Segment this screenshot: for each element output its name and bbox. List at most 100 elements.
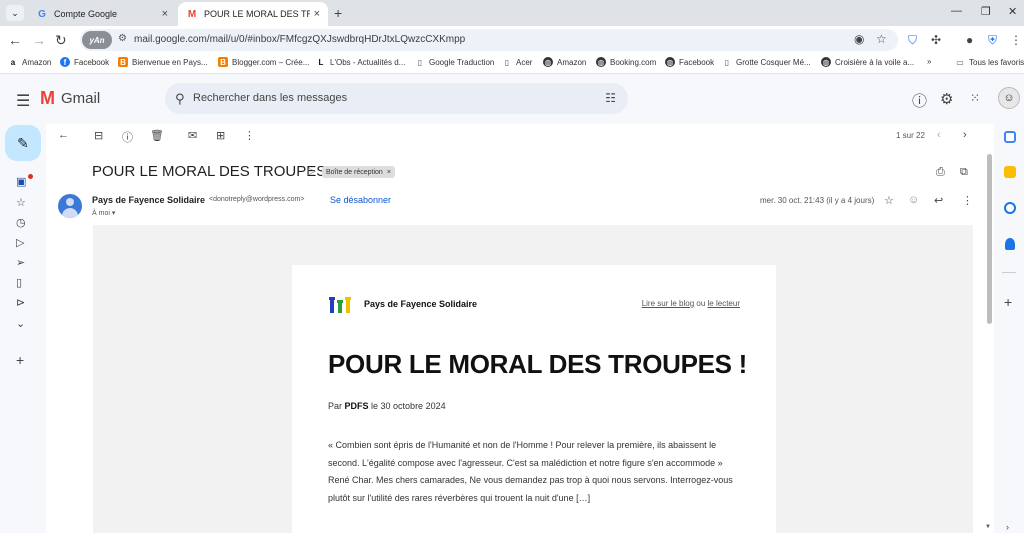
search-bar[interactable]: ⚲ Rechercher dans les messages ☷ [165, 83, 628, 114]
importance-marker-icon[interactable]: ▷ [308, 166, 316, 177]
email-body: Pays de Fayence Solidaire Lire sur le bl… [93, 225, 973, 533]
bookmark-item[interactable]: ▯ Google Traduction [415, 57, 495, 67]
newer-chevron-icon[interactable]: ‹ [937, 129, 941, 141]
search-icon[interactable]: ⚲ [175, 91, 185, 107]
more-vert-icon[interactable]: ⋮ [1010, 33, 1022, 47]
profile-icon[interactable]: ● [966, 33, 973, 47]
open-new-window-icon[interactable]: ⧉ [960, 166, 968, 179]
bookmark-item[interactable]: ▯ Grotte Cosquer Mé... [722, 57, 811, 67]
sender-name[interactable]: Pays de Fayence Solidaire [92, 195, 205, 205]
back-to-inbox-icon[interactable]: ← [58, 129, 69, 141]
restore-icon[interactable]: ❐ [981, 5, 991, 18]
starred-icon[interactable]: ☆ [16, 196, 26, 209]
site-info-icon[interactable]: ⚙ [118, 33, 127, 44]
author-name: PDFS [344, 401, 369, 411]
more-vert-icon[interactable]: ⋮ [962, 194, 973, 207]
document-icon: ▯ [504, 57, 510, 67]
compose-button[interactable]: ✎ [5, 125, 41, 161]
sender-avatar[interactable] [58, 194, 82, 218]
reload-icon[interactable]: ↻ [55, 33, 67, 47]
tasks-icon[interactable] [1004, 202, 1016, 214]
important-icon[interactable]: ▷ [16, 236, 24, 249]
star-icon[interactable]: ☆ [884, 194, 894, 207]
label-chip[interactable]: Boîte de réception × [322, 166, 395, 178]
get-addons-icon[interactable]: + [1004, 294, 1012, 310]
post-excerpt: « Combien sont épris de l'Humanité et no… [328, 440, 733, 503]
close-icon[interactable]: × [314, 8, 320, 20]
recipient-dropdown[interactable]: À moi ▾ [92, 209, 115, 217]
back-arrow-icon[interactable]: ← [8, 33, 22, 47]
contacts-icon[interactable] [1005, 238, 1015, 250]
bookmark-item[interactable]: ◍ Amazon [543, 57, 586, 67]
more-vert-icon[interactable]: ⋮ [244, 129, 255, 142]
print-icon[interactable]: ⎙ [936, 166, 945, 179]
scroll-thumb[interactable] [987, 154, 992, 324]
blogger-icon: B [218, 57, 228, 67]
apps-grid-icon[interactable]: ⁙ [970, 91, 980, 105]
bookmark-item[interactable]: ◍ Facebook [665, 57, 714, 67]
bookmark-item[interactable]: B Blogger.com – Crée... [218, 57, 309, 67]
inbox-icon[interactable]: ▣ [16, 175, 26, 188]
keep-icon[interactable] [1004, 166, 1016, 178]
more-chevron-icon[interactable]: ⌄ [16, 317, 25, 330]
star-icon[interactable]: ☆ [876, 32, 887, 46]
shield-extension-icon[interactable]: ⛉ [908, 33, 917, 47]
post-headline[interactable]: POUR LE MORAL DES TROUPES ! [328, 349, 747, 380]
bookmark-item[interactable]: ▯ Acer [502, 57, 533, 67]
drafts-icon[interactable]: ▯ [16, 276, 22, 289]
move-to-icon[interactable]: ⊞ [216, 129, 225, 142]
forward-arrow-icon[interactable]: → [32, 33, 46, 47]
search-input[interactable]: Rechercher dans les messages [193, 92, 347, 104]
search-options-icon[interactable]: ☷ [605, 91, 616, 105]
url-text[interactable]: mail.google.com/mail/u/0/#inbox/FMfcgzQX… [134, 34, 465, 45]
label-icon[interactable]: ⊳ [16, 296, 25, 309]
profile-badge[interactable]: yAn [82, 31, 112, 49]
gmail-logo[interactable]: M Gmail [40, 88, 100, 109]
report-spam-icon[interactable]: ⓘ [122, 129, 133, 145]
mark-unread-icon[interactable]: ✉ [188, 129, 197, 142]
add-label-icon[interactable]: + [16, 352, 24, 368]
bookmark-item[interactable]: ◍ Croisière à la voile a... [821, 57, 914, 67]
reply-icon[interactable]: ↩ [934, 194, 943, 207]
eye-icon[interactable]: ◉ [854, 32, 864, 46]
scroll-down-icon[interactable]: ▼ [985, 524, 991, 530]
reader-link[interactable]: le lecteur [708, 299, 740, 308]
bookmark-item[interactable]: f Facebook [60, 57, 109, 67]
bookmarks-bar: a Amazon f Facebook B Bienvenue en Pays... … [0, 54, 1024, 74]
bookmarks-more-button[interactable]: » [927, 57, 931, 66]
delete-icon[interactable]: 🗑 [150, 129, 164, 142]
calendar-icon[interactable] [1004, 131, 1016, 143]
newsletter-card: Pays de Fayence Solidaire Lire sur le bl… [292, 265, 776, 533]
puzzle-icon[interactable]: ✣ [931, 33, 941, 47]
help-icon[interactable]: ⓘ [912, 90, 927, 111]
address-bar[interactable]: yAn ⚙ mail.google.com/mail/u/0/#inbox/FM… [80, 29, 898, 51]
settings-gear-icon[interactable]: ⚙ [940, 90, 953, 108]
gmail-m-icon: M [40, 88, 55, 108]
new-tab-button[interactable]: + [334, 5, 342, 21]
remove-label-icon[interactable]: × [387, 169, 391, 176]
main-menu-icon[interactable]: ☰ [16, 91, 30, 111]
bookmark-item[interactable]: L L'Obs - Actualités d... [316, 57, 406, 67]
close-icon[interactable]: × [162, 8, 168, 20]
sent-icon[interactable]: ➢ [16, 256, 25, 269]
show-side-panel-icon[interactable]: › [1006, 522, 1009, 532]
tab-gmail-message[interactable]: M POUR LE MORAL DES TROUPES × [178, 2, 328, 26]
bookmark-item[interactable]: ◍ Booking.com [596, 57, 656, 67]
read-on-blog-link[interactable]: Lire sur le blog [642, 299, 694, 308]
bookmark-item[interactable]: a Amazon [8, 57, 52, 67]
bookmark-item[interactable]: B Bienvenue en Pays... [118, 57, 208, 67]
close-window-icon[interactable]: ✕ [1008, 5, 1017, 18]
avatar[interactable]: ☺ [998, 87, 1020, 109]
vpn-shield-icon[interactable]: ⛨ [988, 33, 997, 47]
snoozed-clock-icon[interactable]: ◷ [16, 216, 26, 229]
message-scrollbar[interactable]: ▼ [985, 150, 993, 533]
minimize-icon[interactable]: — [951, 5, 962, 17]
gmail-favicon-icon: M [187, 8, 197, 20]
unsubscribe-link[interactable]: Se désabonner [330, 195, 391, 205]
tab-search-button[interactable]: ⌄ [6, 5, 24, 21]
emoji-reaction-icon[interactable]: ☺ [908, 194, 919, 206]
tab-compte-google[interactable]: G Compte Google × [28, 2, 176, 26]
all-bookmarks[interactable]: ▭ Tous les favoris [955, 57, 1024, 67]
archive-icon[interactable]: ⊟ [94, 129, 103, 142]
older-chevron-icon[interactable]: › [963, 129, 967, 141]
